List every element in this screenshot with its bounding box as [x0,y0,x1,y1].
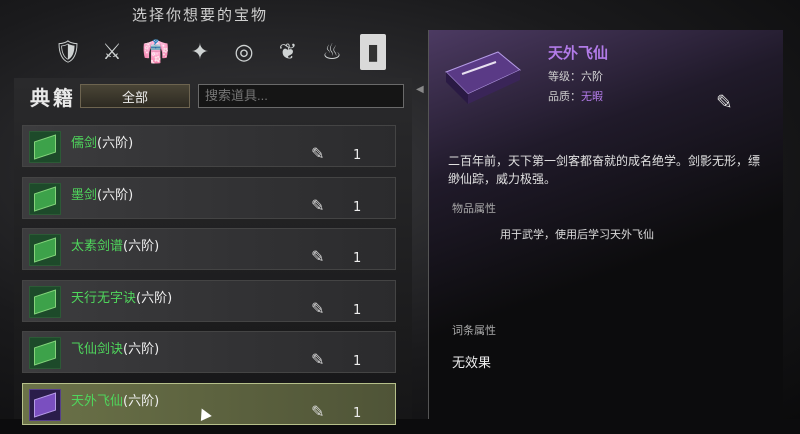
scroll-icon: ✎ [311,144,325,163]
list-item[interactable]: 墨剑(六阶) ✎ 1 [22,176,396,219]
scroll-icon: ✎ [311,350,325,369]
item-quantity: 1 [353,405,362,421]
item-quantity: 1 [353,199,362,215]
pouch-icon[interactable]: ♨ [310,34,354,70]
book-icon[interactable]: ▮ [360,34,386,70]
detail-quality: 品质：无暇 [548,90,603,103]
category-tabs: 🛡 ⚔ 👘 ✦ ◎ ❦ ♨ ▮ [46,34,398,70]
list-item-selected[interactable]: 天外飞仙(六阶) ✎ 1 [22,382,396,425]
section-title: 典籍 [30,86,76,110]
entry-attribute-label: 词条属性 [452,324,496,337]
item-tier: (六阶) [123,239,160,254]
weapon-icon[interactable]: ⚔ [90,34,134,70]
search-input[interactable] [198,84,404,108]
herb-icon[interactable]: ❦ [266,34,310,70]
page-title: 选择你想要的宝物 [131,6,268,24]
accessory-icon[interactable]: ✦ [178,34,222,70]
item-quantity: 1 [353,302,362,318]
item-quantity: 1 [353,251,362,266]
armor-icon[interactable]: 🛡 [46,34,90,70]
item-quantity: 1 [353,354,362,369]
book-detail-icon [445,51,521,104]
item-name: 天外飞仙 [71,393,124,409]
item-quantity: 1 [353,148,362,163]
book-thumbnail-icon [29,182,61,215]
item-name: 墨剑 [71,187,98,203]
book-thumbnail-icon [29,337,61,369]
item-tier: (六阶) [123,342,160,357]
scroll-icon: ✎ [311,195,325,215]
item-name: 太素剑谱 [71,239,124,254]
book-thumbnail-icon [29,234,61,266]
list-item[interactable]: 飞仙剑诀(六阶) ✎ 1 [22,331,396,373]
bead-icon[interactable]: ◎ [222,34,266,70]
item-name: 天行无字诀 [71,290,137,306]
item-description: 二百年前，天下第一剑客都奋就的成名绝学。剑影无形，缥缈仙踪，威力极强。 [448,154,761,186]
item-list: 儒剑(六阶) ✎ 1 墨剑(六阶) ✎ 1 太素剑谱(六阶) ✎ 1 天行无字诀… [22,125,396,434]
item-attribute-value: 用于武学，使用后学习天外飞仙 [500,228,654,241]
scroll-icon: ✎ [716,90,733,114]
detail-level: 等级：六阶 [548,70,603,83]
item-name: 飞仙剑诀 [71,342,124,357]
robe-icon[interactable]: 👘 [134,34,178,70]
item-tier: (六阶) [97,187,134,203]
detail-item-name: 天外飞仙 [548,44,609,62]
list-item[interactable]: 太素剑谱(六阶) ✎ 1 [22,228,396,270]
collapse-arrow-icon[interactable]: ◀ [416,84,424,95]
item-tier: (六阶) [123,393,160,409]
item-name: 儒剑 [71,136,98,151]
filter-dropdown[interactable]: 全部 [80,84,190,108]
entry-attribute-value: 无效果 [452,356,492,371]
scroll-icon: ✎ [311,298,325,318]
list-item[interactable]: 天行无字诀(六阶) ✎ 1 [22,279,396,322]
book-thumbnail-icon [29,388,61,421]
scroll-icon: ✎ [311,401,325,421]
book-thumbnail-icon [29,285,61,318]
item-attribute-label: 物品属性 [452,202,496,215]
item-tier: (六阶) [136,290,173,306]
item-tier: (六阶) [97,136,134,151]
scroll-icon: ✎ [311,247,325,266]
book-thumbnail-icon [29,131,61,163]
list-item[interactable]: 儒剑(六阶) ✎ 1 [22,125,396,167]
